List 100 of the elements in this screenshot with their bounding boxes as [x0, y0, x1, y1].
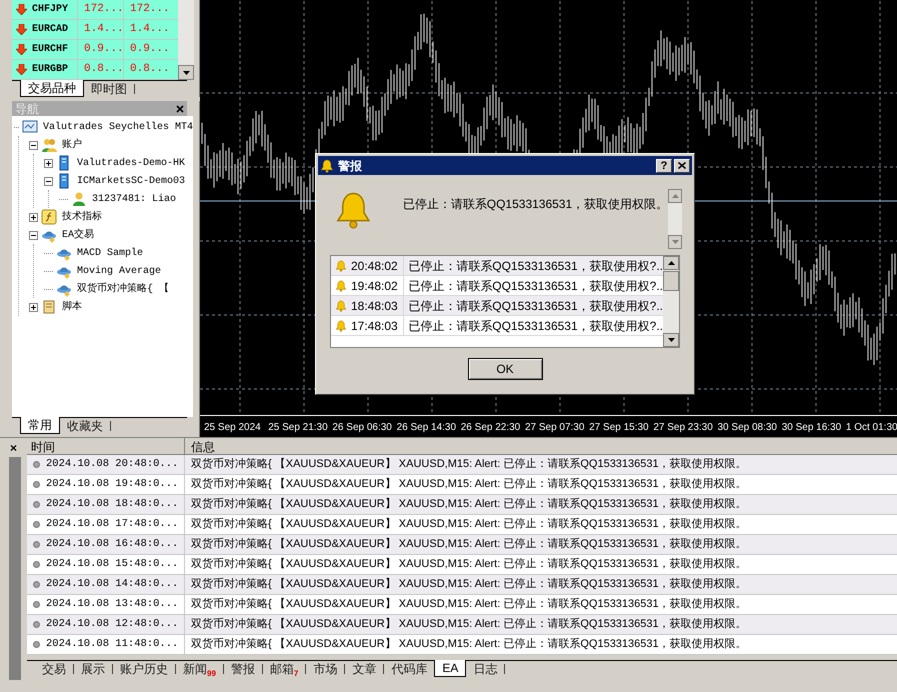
caret-down-icon [182, 70, 190, 74]
table-cell-text: 2024.10.08 17:48:0... [46, 516, 178, 532]
tab[interactable]: 文章 [345, 660, 384, 678]
monitor-icon [22, 119, 38, 135]
help-button[interactable]: ? [656, 158, 672, 172]
tab[interactable]: 收藏夹 [60, 418, 110, 434]
ask-cell-text: 0.8... [129, 62, 170, 78]
table-cell-text: 双货币对冲策略{ 【XAUUSD&XAUEUR】 XAUUSD,M15: Alert: 已停止：请联系QQ1533136531，获取使用权限。 [190, 476, 747, 492]
tree-item[interactable]: 账户 [60, 138, 82, 152]
tree-item[interactable]: ICMarketsSC-Demo03 [75, 174, 186, 188]
axis-label: 30 Sep 08:30 [718, 421, 778, 435]
axis-label: 25 Sep 2024 [204, 421, 262, 435]
table-cell-text: 2024.10.08 19:48:0... [46, 476, 178, 492]
down-arrow-icon [16, 44, 27, 55]
bid-cell: 0.9... [78, 40, 124, 59]
column-header[interactable]: 时间 [27, 438, 185, 454]
table-cell-text: 2024.10.08 15:48:0... [46, 556, 178, 572]
table-cell-text: 2024.10.08 14:48:0... [46, 576, 178, 592]
table-cell-text: 已停止：请联系QQ1533136531，获取使用权?.. [407, 278, 663, 294]
tree-item[interactable]: 技术指标 [60, 210, 102, 224]
tree-item[interactable]: Valutrades Seychelles MT4 [40, 120, 193, 134]
tree-item[interactable]: 双货币对冲策略{ 【 [75, 282, 170, 296]
table-cell-text: 2024.10.08 13:48:0... [46, 596, 178, 612]
symbol-cell-text: EURCHF [32, 43, 68, 57]
table-cell-text: 已停止：请联系QQ1533136531，获取使用权?.. [407, 258, 663, 274]
function-icon [41, 209, 57, 225]
bid-cell: 1.4... [78, 20, 124, 39]
table-cell-text: 2024.10.08 12:48:0... [46, 616, 178, 632]
symbol-cell-text: EURGBP [32, 63, 68, 77]
table-cell-text: 双货币对冲策略{ 【XAUUSD&XAUEUR】 XAUUSD,M15: Alert: 已停止：请联系QQ1533136531，获取使用权限。 [190, 636, 747, 652]
user-icon [71, 191, 87, 207]
table-cell-text: 双货币对冲策略{ 【XAUUSD&XAUEUR】 XAUUSD,M15: Alert: 已停止：请联系QQ1533136531，获取使用权限。 [190, 456, 747, 472]
bell-icon [335, 300, 347, 312]
alert-row[interactable]: 17:48:03 已停止：请联系QQ1533136531，获取使用权?.. [331, 316, 663, 336]
close-button[interactable] [674, 158, 690, 172]
tree-item[interactable]: EA交易 [60, 228, 94, 242]
alert-row[interactable]: 20:48:02 已停止：请联系QQ1533136531，获取使用权?.. [331, 256, 663, 276]
scroll-thumb[interactable] [663, 270, 679, 290]
table-cell-text: 双货币对冲策略{ 【XAUUSD&XAUEUR】 XAUUSD,M15: Alert: 已停止：请联系QQ1533136531，获取使用权限。 [190, 496, 747, 512]
table-cell-text: 18:48:03 [351, 298, 398, 314]
tree-item[interactable]: Valutrades-Demo-HK [75, 156, 186, 170]
alert-row[interactable]: 19:48:02 已停止：请联系QQ1533136531，获取使用权?.. [331, 276, 663, 296]
ask-cell-text: 172... [129, 2, 170, 18]
collapse-toggle[interactable] [29, 230, 38, 240]
expand-toggle[interactable] [29, 302, 38, 312]
alert-row[interactable]: 18:48:03 已停止：请联系QQ1533136531，获取使用权?.. [331, 296, 663, 316]
panel-title: 导航 [15, 100, 39, 118]
table-cell-text: 已停止：请联系QQ1533136531，获取使用权?.. [407, 298, 663, 314]
table-cell-text: 2024.10.08 18:48:0... [46, 496, 178, 512]
tab[interactable]: 代码库 [384, 660, 434, 678]
bell-icon [320, 158, 334, 172]
tab[interactable]: 日志 [466, 660, 504, 678]
close-icon[interactable] [176, 104, 184, 112]
panel-grip[interactable] [9, 457, 21, 680]
ok-button[interactable]: OK [468, 358, 542, 380]
axis-label: 27 Sep 23:30 [653, 421, 714, 435]
tab[interactable]: 常用 [20, 417, 60, 434]
axis-label: 27 Sep 15:30 [589, 421, 650, 435]
table-cell-text: 19:48:02 [351, 278, 398, 294]
scrollbar[interactable] [663, 256, 679, 347]
scrollbar[interactable] [178, 0, 194, 80]
tab[interactable]: 市场 [306, 660, 344, 678]
tab[interactable]: 警报 [224, 660, 262, 678]
down-arrow-icon [16, 4, 27, 15]
symbol-cell-text: EURCAD [32, 23, 68, 37]
dialog-title: 警报 [338, 158, 362, 174]
table-cell-text: 2024.10.08 20:48:0... [46, 456, 178, 472]
collapse-toggle[interactable] [29, 140, 38, 150]
tab[interactable]: 展示 [74, 660, 112, 678]
tree-item[interactable]: 脚本 [60, 300, 82, 314]
symbol-cell-text: CHFJPY [32, 3, 68, 17]
tab[interactable]: 账户历史 [113, 660, 175, 678]
table-cell-text: 双货币对冲策略{ 【XAUUSD&XAUEUR】 XAUUSD,M15: Alert: 已停止：请联系QQ1533136531，获取使用权限。 [190, 536, 747, 552]
tree-item[interactable]: MACD Sample [75, 246, 144, 260]
collapse-toggle[interactable] [44, 176, 53, 186]
bell-icon [335, 320, 347, 332]
tab[interactable]: 交易 [35, 660, 73, 678]
table-cell-text: 双货币对冲策略{ 【XAUUSD&XAUEUR】 XAUUSD,M15: Alert: 已停止：请联系QQ1533136531，获取使用权限。 [190, 576, 747, 592]
caret-up-icon[interactable] [668, 261, 674, 265]
tab[interactable]: EA [434, 660, 466, 677]
tree-item[interactable]: 31237481: Liao [90, 192, 176, 206]
column-header[interactable]: 信息 [185, 438, 897, 454]
table-cell-text: 2024.10.08 16:48:0... [46, 536, 178, 552]
tree-item[interactable]: Moving Average [75, 264, 162, 278]
down-arrow-icon [16, 64, 27, 75]
expand-toggle[interactable] [44, 158, 53, 168]
bid-cell: 172... [78, 0, 124, 19]
table-cell-text: 17:48:03 [351, 318, 398, 334]
down-arrow-icon [16, 24, 27, 35]
table-cell-text: 已停止：请联系QQ1533136531，获取使用权?.. [407, 318, 663, 334]
bell-icon [335, 280, 347, 292]
expand-toggle[interactable] [29, 212, 38, 222]
close-button[interactable]: × [10, 442, 17, 454]
scroll-icon [41, 299, 57, 315]
tab[interactable]: 即时图 [84, 80, 134, 98]
tab[interactable]: 交易品种 [20, 80, 84, 97]
bell-icon [335, 260, 347, 272]
axis-label: 26 Sep 14:30 [396, 421, 458, 435]
caret-down-icon[interactable] [668, 338, 674, 342]
close-icon [678, 162, 686, 169]
